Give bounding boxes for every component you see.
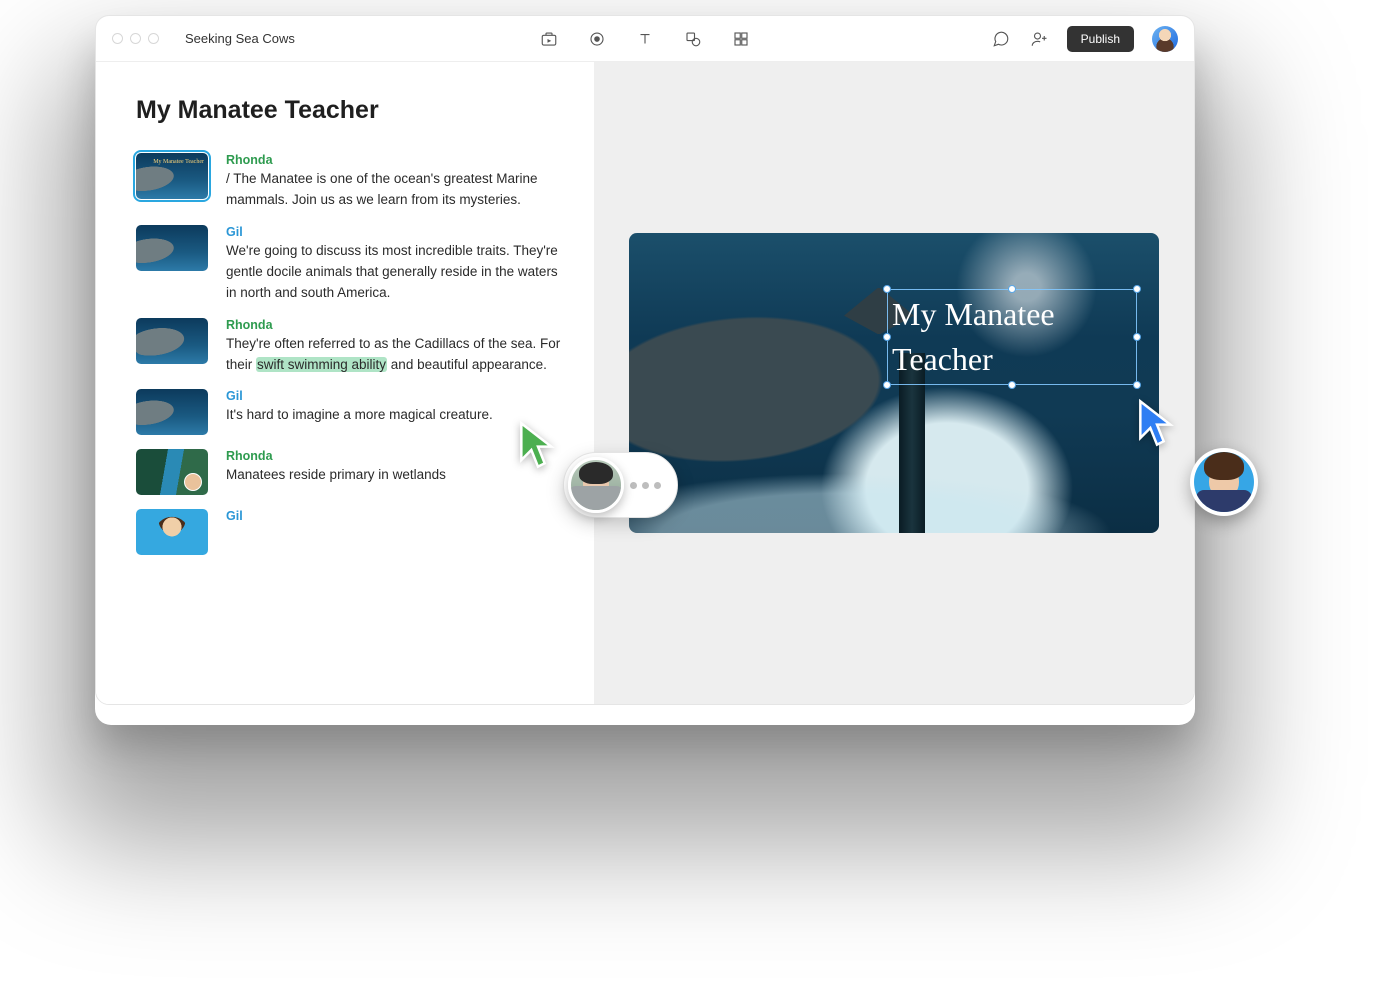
collaborator-pill-green[interactable] xyxy=(563,452,678,518)
transcript-line[interactable]: They're often referred to as the Cadilla… xyxy=(226,334,564,376)
scene-text[interactable]: Rhonda They're often referred to as the … xyxy=(226,318,564,376)
transcript-line[interactable]: It's hard to imagine a more magical crea… xyxy=(226,405,564,426)
scene-thumbnail[interactable] xyxy=(136,449,208,495)
collaborator-avatar-green xyxy=(568,457,624,513)
app-body: My Manatee Teacher My Manatee Teacher Rh… xyxy=(96,62,1194,704)
transcript-line[interactable]: We're going to discuss its most incredib… xyxy=(226,241,564,304)
preview-pane: My Manatee Teacher xyxy=(594,62,1194,704)
speaker-label: Gil xyxy=(226,389,564,403)
media-library-icon[interactable] xyxy=(539,29,559,49)
resize-handle[interactable] xyxy=(1008,381,1016,389)
transcript-fragment: and beautiful appearance. xyxy=(387,357,547,372)
collaborator-avatar-blue-wrap[interactable] xyxy=(1190,448,1258,516)
resize-handle[interactable] xyxy=(1133,285,1141,293)
scene-row: Gil We're going to discuss its most incr… xyxy=(136,225,564,304)
scene-thumbnail[interactable]: My Manatee Teacher xyxy=(136,153,208,199)
toolbar-center xyxy=(539,29,751,49)
title-text-content[interactable]: My Manatee Teacher xyxy=(892,296,1055,377)
scene-thumbnail[interactable] xyxy=(136,389,208,435)
highlighted-text[interactable]: swift swimming ability xyxy=(256,357,387,372)
scene-thumbnail[interactable] xyxy=(136,225,208,271)
resize-handle[interactable] xyxy=(883,333,891,341)
page-title: My Manatee Teacher xyxy=(136,96,564,125)
traffic-zoom[interactable] xyxy=(148,33,159,44)
transcript-line[interactable]: / The Manatee is one of the ocean's grea… xyxy=(226,169,564,211)
scene-row: My Manatee Teacher Rhonda / The Manatee … xyxy=(136,153,564,211)
toolbar-right: Publish xyxy=(991,26,1178,52)
traffic-close[interactable] xyxy=(112,33,123,44)
scene-thumbnail[interactable] xyxy=(136,318,208,364)
scene-thumbnail[interactable] xyxy=(136,509,208,555)
scene-text[interactable]: Gil We're going to discuss its most incr… xyxy=(226,225,564,304)
templates-icon[interactable] xyxy=(731,29,751,49)
speaker-label: Gil xyxy=(226,509,564,523)
resize-handle[interactable] xyxy=(1008,285,1016,293)
text-tool-icon[interactable] xyxy=(635,29,655,49)
record-icon[interactable] xyxy=(587,29,607,49)
resize-handle[interactable] xyxy=(883,381,891,389)
speaker-label: Rhonda xyxy=(226,153,564,167)
titlebar: Seeking Sea Cows xyxy=(96,16,1194,62)
scene-row: Gil It's hard to imagine a more magical … xyxy=(136,389,564,435)
collaborator-avatar-blue xyxy=(1194,452,1254,512)
scene-row: Rhonda They're often referred to as the … xyxy=(136,318,564,376)
speaker-label: Gil xyxy=(226,225,564,239)
share-icon[interactable] xyxy=(1029,29,1049,49)
scene-row: Gil xyxy=(136,509,564,555)
user-avatar[interactable] xyxy=(1152,26,1178,52)
speaker-label: Rhonda xyxy=(226,449,564,463)
typing-indicator-icon xyxy=(630,482,665,489)
scene-text[interactable]: Rhonda / The Manatee is one of the ocean… xyxy=(226,153,564,211)
transcript-line[interactable]: Manatees reside primary in wetlands xyxy=(226,465,564,486)
script-pane: My Manatee Teacher My Manatee Teacher Rh… xyxy=(96,62,594,704)
speaker-label: Rhonda xyxy=(226,318,564,332)
collaborator-avatar-ring xyxy=(1190,448,1258,516)
resize-handle[interactable] xyxy=(1133,381,1141,389)
document-title[interactable]: Seeking Sea Cows xyxy=(185,31,295,46)
app-window: Seeking Sea Cows xyxy=(95,15,1195,705)
thumbnail-title: My Manatee Teacher xyxy=(153,159,204,166)
scene-text[interactable]: Rhonda Manatees reside primary in wetlan… xyxy=(226,449,564,495)
traffic-minimize[interactable] xyxy=(130,33,141,44)
publish-button[interactable]: Publish xyxy=(1067,26,1134,52)
resize-handle[interactable] xyxy=(883,285,891,293)
title-text-box[interactable]: My Manatee Teacher xyxy=(887,289,1137,385)
preview-canvas[interactable]: My Manatee Teacher xyxy=(629,233,1159,533)
scene-row: Rhonda Manatees reside primary in wetlan… xyxy=(136,449,564,495)
resize-handle[interactable] xyxy=(1133,333,1141,341)
comments-icon[interactable] xyxy=(991,29,1011,49)
traffic-lights xyxy=(112,33,159,44)
shapes-icon[interactable] xyxy=(683,29,703,49)
scene-text[interactable]: Gil It's hard to imagine a more magical … xyxy=(226,389,564,435)
scene-text[interactable]: Gil xyxy=(226,509,564,555)
